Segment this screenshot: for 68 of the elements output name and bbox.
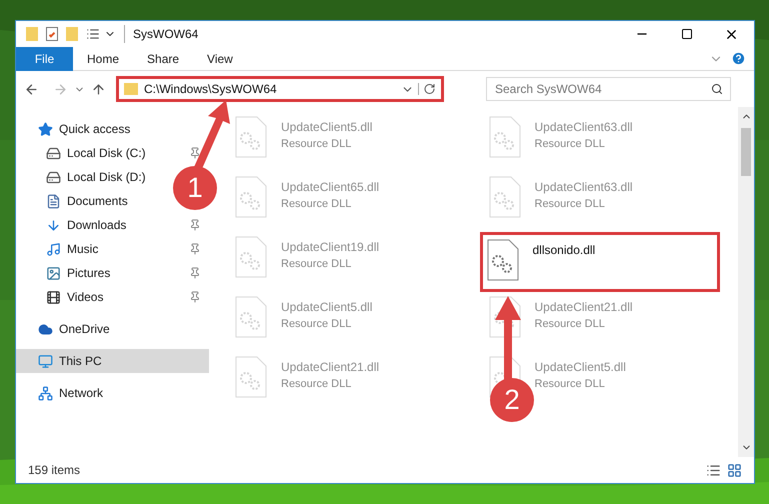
properties-icon[interactable] <box>46 27 58 41</box>
monitor-icon <box>38 354 53 368</box>
help-icon[interactable] <box>731 51 746 66</box>
address-bar[interactable]: C:\Windows\SysWOW64 <box>116 76 444 102</box>
pin-icon <box>189 291 201 303</box>
search-icon <box>711 83 723 95</box>
file-name[interactable]: dllsonido.dll <box>532 241 596 259</box>
music-note-icon <box>46 242 61 256</box>
file-type: Resource DLL <box>281 197 352 212</box>
up-button[interactable] <box>91 82 106 96</box>
star-icon <box>38 122 53 136</box>
nav-item[interactable]: Videos <box>16 285 209 309</box>
refresh-icon[interactable] <box>418 83 436 95</box>
file-type: Resource DLL <box>534 137 606 152</box>
file-type: Resource DLL <box>534 377 606 392</box>
nav-item[interactable]: Network <box>16 381 112 405</box>
nav-item[interactable]: OneDrive <box>16 317 118 341</box>
address-path: C:\Windows\SysWOW64 <box>144 81 278 98</box>
file-type: Resource DLL <box>534 317 606 332</box>
back-button[interactable] <box>24 82 39 96</box>
nav-item[interactable]: Documents <box>16 189 136 213</box>
file-icon <box>488 116 520 158</box>
nav-item[interactable]: This PC <box>16 349 209 373</box>
file-icon <box>488 176 520 218</box>
maximize-icon[interactable] <box>680 28 692 40</box>
file-icon <box>235 236 267 278</box>
network-icon <box>38 386 53 400</box>
folder-icon <box>124 83 138 95</box>
cloud-icon <box>38 322 53 336</box>
file-type: Resource DLL <box>281 137 352 152</box>
ribbon-tab[interactable]: Share <box>133 46 194 70</box>
file-icon <box>235 356 267 398</box>
drive-icon <box>46 170 61 184</box>
scrollbar[interactable] <box>738 107 754 457</box>
nav-item[interactable]: Quick access <box>16 117 138 141</box>
document-icon <box>46 194 61 208</box>
file-icon <box>235 296 267 338</box>
file-icon <box>235 176 267 218</box>
search-field[interactable]: Search SysWOW64 <box>486 77 731 101</box>
ribbon-tab[interactable]: File <box>16 46 73 70</box>
list-icon[interactable] <box>86 27 100 41</box>
file-type: Resource DLL <box>281 257 352 272</box>
scroll-thumb[interactable] <box>741 128 751 176</box>
pin-icon <box>189 147 201 159</box>
nav-item[interactable]: Local Disk (D:) <box>16 165 154 189</box>
item-count: 159 items <box>28 462 82 479</box>
nav-item[interactable]: Music <box>16 237 209 261</box>
drive-icon <box>46 146 61 160</box>
film-icon <box>46 290 61 304</box>
window-title: SysWOW64 <box>124 25 198 43</box>
nav-item[interactable]: Downloads <box>16 213 209 237</box>
file-icon <box>235 116 267 158</box>
large-icons-view-icon[interactable] <box>727 462 742 478</box>
nav-item[interactable]: Pictures <box>16 261 209 285</box>
ribbon-tab[interactable]: Home <box>73 46 134 70</box>
file-type: Resource DLL <box>534 197 606 212</box>
file-type: Resource DLL <box>281 317 352 332</box>
file-icon <box>486 239 518 281</box>
folder-icon <box>26 27 38 41</box>
pin-icon <box>189 267 201 279</box>
nav-item[interactable]: Local Disk (C:) <box>16 141 209 165</box>
details-view-icon[interactable] <box>706 462 721 478</box>
download-icon <box>46 218 61 232</box>
pin-icon <box>189 219 201 231</box>
ribbon-tab[interactable]: View <box>193 46 247 70</box>
file-type: Resource DLL <box>281 377 352 392</box>
pin-icon <box>189 243 201 255</box>
image-icon <box>46 266 61 280</box>
